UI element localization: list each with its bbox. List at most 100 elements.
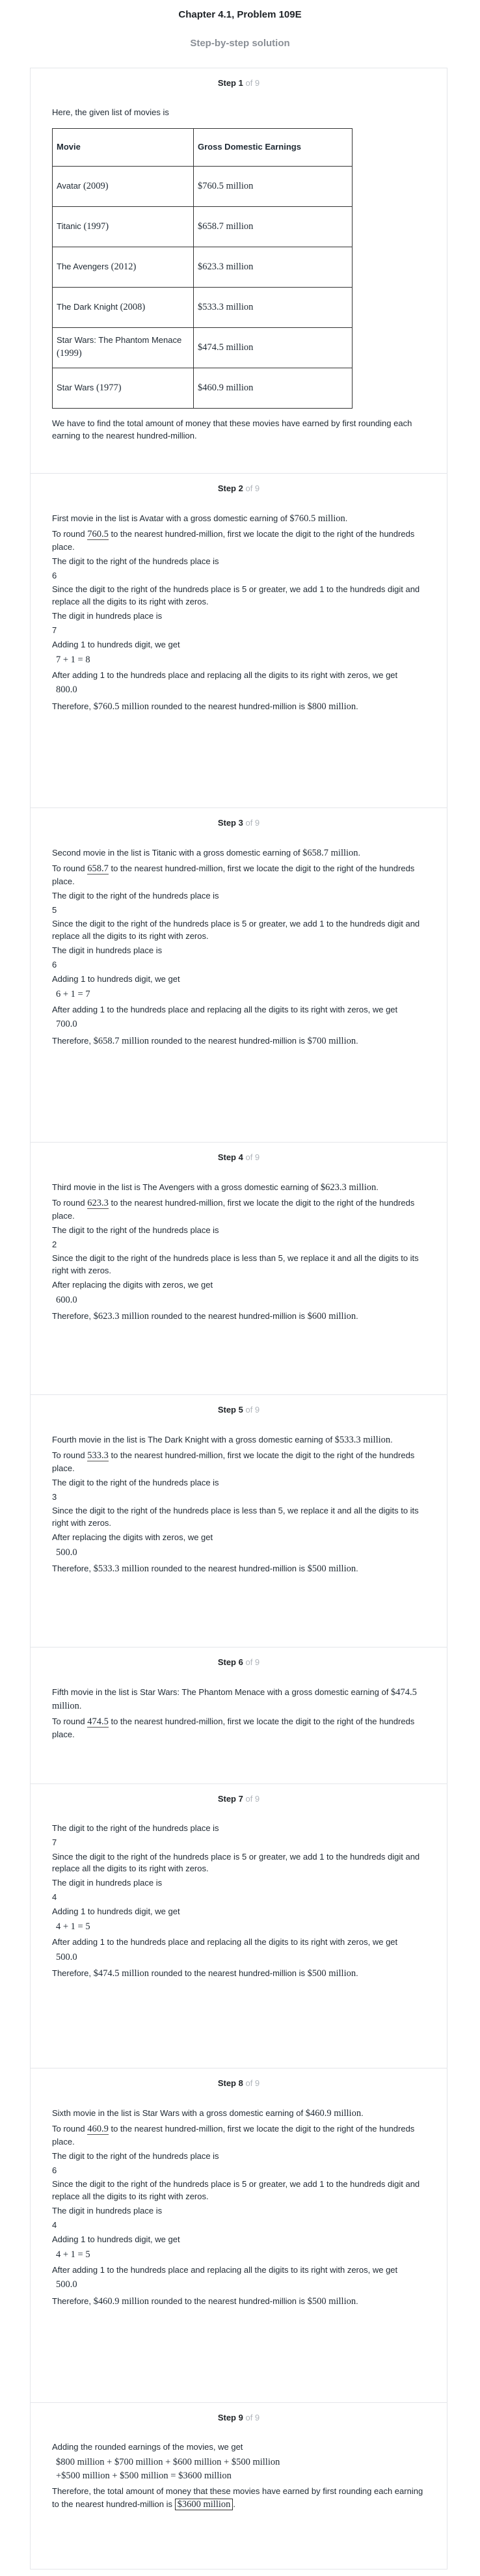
after-value: 500.0 bbox=[56, 1951, 77, 1962]
rule-text: Since the digit to the right of the hund… bbox=[52, 919, 420, 942]
therefore-text: Therefore, bbox=[52, 1035, 91, 1046]
after-value: 800.0 bbox=[56, 685, 77, 696]
step-header: Step 8 of 9 bbox=[52, 2068, 425, 2090]
step-count: of 9 bbox=[245, 1657, 260, 1667]
earning-value: $658.7 million bbox=[302, 847, 358, 858]
after-value: 700.0 bbox=[56, 1019, 77, 1030]
step-header: Step 9 of 9 bbox=[52, 2403, 425, 2424]
step-7: Step 7 of 9 The digit to the right of th… bbox=[31, 1784, 447, 2068]
therefore-result: $600 million bbox=[307, 1310, 356, 1322]
earnings-cell: $623.3 million bbox=[193, 246, 353, 288]
step-9: Step 9 of 9 Adding the rounded earnings … bbox=[31, 2403, 447, 2569]
therefore-value: $760.5 million bbox=[93, 701, 150, 712]
step-count: of 9 bbox=[245, 1152, 260, 1162]
sum-intro: Adding the rounded earnings of the movie… bbox=[52, 2441, 243, 2452]
step-header: Step 2 of 9 bbox=[52, 474, 425, 495]
sum-equation-line-2: +$500 million + $500 million = $3600 mil… bbox=[56, 2470, 232, 2481]
hundreds-digit-value: 6 bbox=[52, 959, 57, 969]
therefore-line: Therefore, $533.3 million rounded to the… bbox=[52, 1563, 358, 1574]
after-value: 500.0 bbox=[56, 2279, 77, 2290]
step-label: Step 3 bbox=[217, 818, 243, 828]
after-value: 600.0 bbox=[56, 1294, 77, 1305]
hundreds-digit-label: The digit in hundreds place is bbox=[52, 945, 163, 956]
after-label: After adding 1 to the hundreds place and… bbox=[52, 1004, 398, 1014]
movie-line-text: Fifth movie in the list is Star Wars: Th… bbox=[52, 1687, 389, 1697]
therefore-line: Therefore, $460.9 million rounded to the… bbox=[52, 2296, 358, 2307]
right-digit-label: The digit to the right of the hundreds p… bbox=[52, 2150, 219, 2161]
earning-value: $460.9 million bbox=[305, 2108, 362, 2119]
round-line: To round 623.3 to the nearest hundred-mi… bbox=[52, 1197, 425, 1223]
therefore-mid: rounded to the nearest hundred-million i… bbox=[151, 2296, 305, 2306]
rule-text: Since the digit to the right of the hund… bbox=[52, 584, 420, 607]
movie-year: (1977) bbox=[96, 382, 122, 393]
step-label: Step 6 bbox=[217, 1657, 243, 1667]
step-label: Step 2 bbox=[217, 483, 243, 493]
movie-cell: Avatar (2009) bbox=[52, 165, 194, 207]
final-text: Therefore, the total amount of money tha… bbox=[52, 2486, 423, 2509]
column-header-earnings: Gross Domestic Earnings bbox=[193, 128, 353, 167]
step-count: of 9 bbox=[245, 78, 260, 88]
adding-equation: 7 + 1 = 8 bbox=[56, 654, 90, 665]
round-text: To round bbox=[52, 863, 85, 873]
earnings-cell: $533.3 million bbox=[193, 286, 353, 328]
movie-line-text: Sixth movie in the list is Star Wars wit… bbox=[52, 2108, 304, 2118]
therefore-result: $700 million bbox=[307, 1035, 356, 1046]
step-1: Step 1 of 9 Here, the given list of movi… bbox=[31, 68, 447, 474]
round-value: 623.3 bbox=[87, 1197, 109, 1209]
therefore-line: Therefore, $623.3 million rounded to the… bbox=[52, 1310, 358, 1322]
adding-label: Adding 1 to hundreds digit, we get bbox=[52, 973, 180, 984]
round-text: To round bbox=[52, 2123, 85, 2134]
solution-container: Step 1 of 9 Here, the given list of movi… bbox=[30, 68, 447, 2569]
table-row: Titanic (1997) $658.7 million bbox=[52, 206, 353, 247]
movie-title: Titanic bbox=[57, 221, 81, 231]
movie-cell: The Dark Knight (2008) bbox=[52, 286, 194, 328]
movie-line: Sixth movie in the list is Star Wars wit… bbox=[52, 2108, 364, 2119]
step-count: of 9 bbox=[245, 1405, 260, 1415]
therefore-mid: rounded to the nearest hundred-million i… bbox=[151, 1563, 305, 1573]
rule-text: Since the digit to the right of the hund… bbox=[52, 1506, 419, 1528]
earnings-cell: $658.7 million bbox=[193, 206, 353, 247]
right-digit-value: 2 bbox=[52, 1239, 57, 1249]
therefore-result: $500 million bbox=[307, 1563, 356, 1574]
page-title: Chapter 4.1, Problem 109E bbox=[178, 9, 302, 20]
hundreds-digit-label: The digit in hundreds place is bbox=[52, 1878, 163, 1888]
round-line: To round 760.5 to the nearest hundred-mi… bbox=[52, 528, 425, 554]
adding-equation: 4 + 1 = 5 bbox=[56, 1921, 90, 1932]
table-header-row: Movie Gross Domestic Earnings bbox=[52, 128, 353, 167]
movie-year: (2009) bbox=[83, 180, 109, 191]
movie-cell: Star Wars: The Phantom Menace (1999) bbox=[52, 327, 194, 368]
therefore-mid: rounded to the nearest hundred-million i… bbox=[151, 1968, 305, 1978]
rule-text: Since the digit to the right of the hund… bbox=[52, 1253, 419, 1276]
table-row: Star Wars: The Phantom Menace (1999) $47… bbox=[52, 327, 353, 368]
final-answer-line: Therefore, the total amount of money tha… bbox=[52, 2486, 425, 2512]
therefore-value: $460.9 million bbox=[93, 2296, 150, 2307]
movie-cell: Titanic (1997) bbox=[52, 206, 194, 247]
step-header: Step 6 of 9 bbox=[52, 1647, 425, 1669]
table-row: Star Wars (1977) $460.9 million bbox=[52, 367, 353, 409]
right-digit-value: 3 bbox=[52, 1491, 57, 1502]
step-count: of 9 bbox=[245, 2413, 260, 2422]
page-subtitle: Step-by-step solution bbox=[190, 37, 290, 49]
therefore-line: Therefore, $658.7 million rounded to the… bbox=[52, 1035, 358, 1046]
round-value: 474.5 bbox=[87, 1716, 109, 1728]
movie-line-text: Second movie in the list is Titanic with… bbox=[52, 847, 300, 858]
final-period: . bbox=[233, 2499, 236, 2509]
step-8: Step 8 of 9 Sixth movie in the list is S… bbox=[31, 2068, 447, 2403]
page-header: Chapter 4.1, Problem 109E Step-by-step s… bbox=[0, 0, 480, 51]
rule-text: Since the digit to the right of the hund… bbox=[52, 1851, 420, 1874]
movie-title: Star Wars bbox=[57, 382, 94, 392]
step-3: Step 3 of 9 Second movie in the list is … bbox=[31, 808, 447, 1143]
step-label: Step 1 bbox=[217, 78, 243, 88]
rule-text: Since the digit to the right of the hund… bbox=[52, 2179, 420, 2202]
therefore-value: $533.3 million bbox=[93, 1563, 150, 1574]
round-text: To round bbox=[52, 1716, 85, 1726]
movie-title: Avatar bbox=[57, 180, 81, 191]
after-label: After adding 1 to the hundreds place and… bbox=[52, 670, 398, 680]
right-digit-value: 6 bbox=[52, 2165, 57, 2175]
right-digit-label: The digit to the right of the hundreds p… bbox=[52, 556, 219, 566]
step-header: Step 7 of 9 bbox=[52, 1784, 425, 1806]
therefore-text: Therefore, bbox=[52, 1310, 91, 1321]
therefore-mid: rounded to the nearest hundred-million i… bbox=[151, 1035, 305, 1046]
step-header: Step 5 of 9 bbox=[52, 1395, 425, 1417]
therefore-text: Therefore, bbox=[52, 1563, 91, 1573]
